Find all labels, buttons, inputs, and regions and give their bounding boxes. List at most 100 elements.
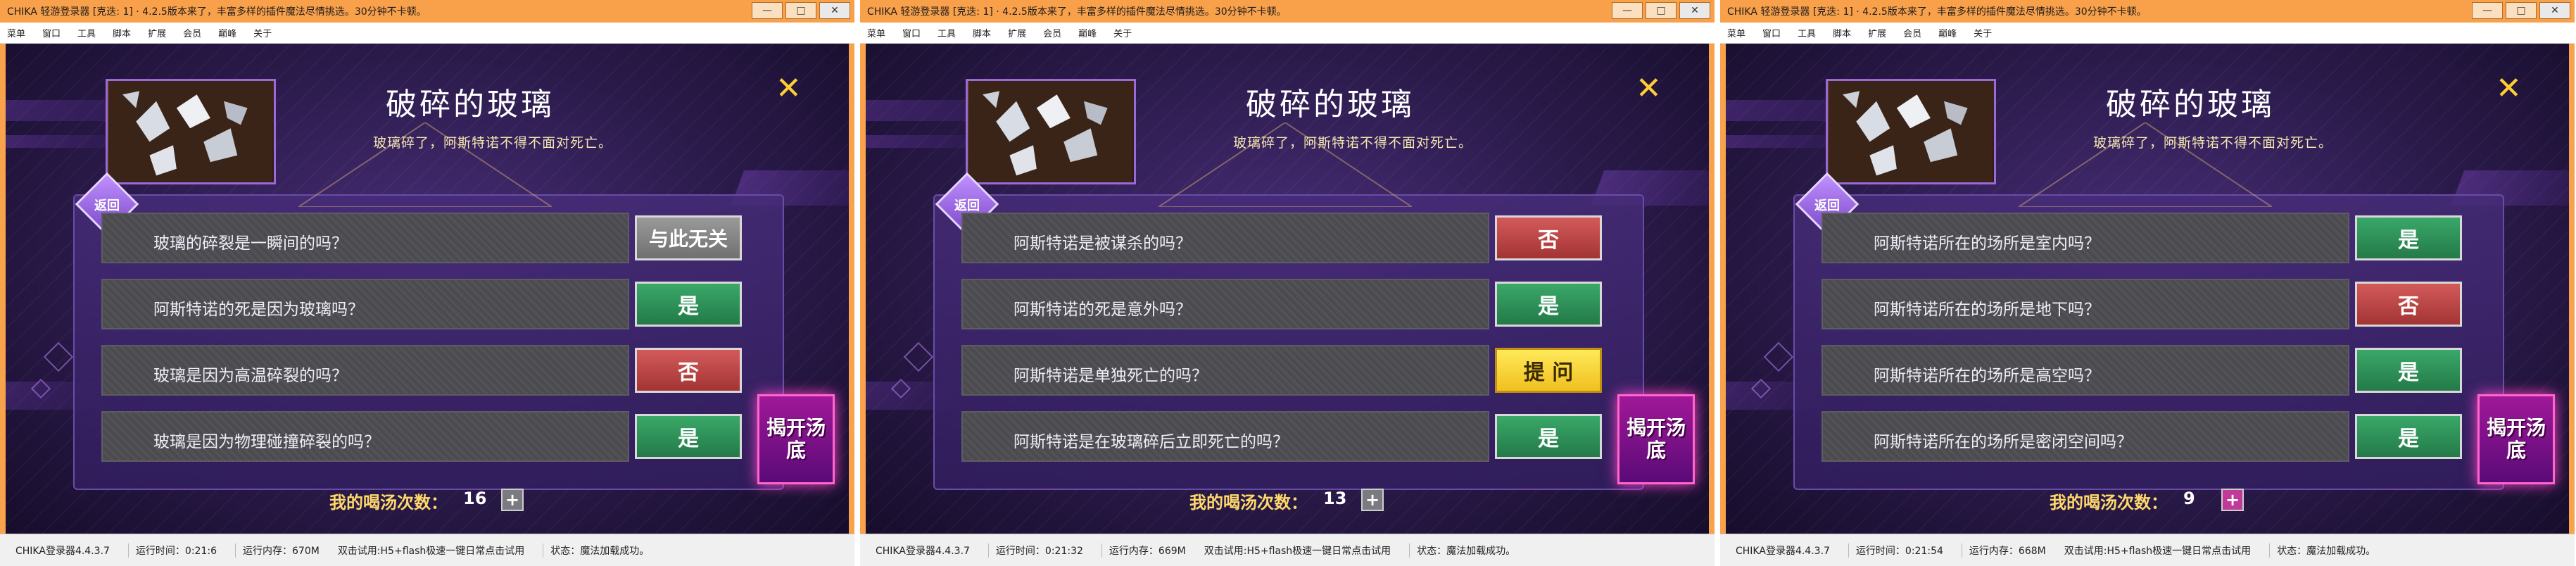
app-window: CHIKA 轻游登录器 [克迭: 1] · 4.2.5版本来了，丰富多样的插件魔… [860, 0, 1715, 566]
close-button[interactable]: ✕ [1679, 2, 1710, 19]
question-row: 阿斯特诺所在的场所是高空吗？ [1821, 345, 2349, 396]
close-icon[interactable]: ✕ [2496, 70, 2522, 106]
answer-badge[interactable]: 是 [1495, 282, 1602, 327]
menu-item-window[interactable]: 窗口 [1762, 26, 1781, 39]
puzzle-title: 破碎的玻璃 [386, 87, 555, 122]
title-bar[interactable]: CHIKA 轻游登录器 [克迭: 1] · 4.2.5版本来了，丰富多样的插件魔… [860, 0, 1715, 23]
question-text: 阿斯特诺的死是意外吗？ [1014, 301, 1192, 319]
question-text: 阿斯特诺是被谋杀的吗？ [1014, 234, 1192, 253]
drink-count-value: 16 [463, 489, 487, 508]
reveal-answer-label: 揭开汤底 [1626, 416, 1686, 462]
answer-badge[interactable]: 与此无关 [635, 215, 742, 260]
menu-item-tools[interactable]: 工具 [1798, 26, 1816, 39]
status-bar: CHIKA登录器4.4.3.7 运行时间：0:21:6 运行内存：670M 双击… [0, 534, 854, 566]
status-tip[interactable]: 双击试用:H5+flash极速一键日常点击试用 [2064, 543, 2251, 558]
menu-bar: 菜单 窗口 工具 脚本 扩展 会员 巅峰 关于 [0, 23, 854, 44]
status-bar: CHIKA登录器4.4.3.7 运行时间：0:21:32 运行内存：669M 双… [860, 534, 1715, 566]
game-area: 破碎的玻璃 玻璃碎了，阿斯特诺不得不面对死亡。 ✕ 返回 玻璃的碎裂是一瞬间的吗… [6, 44, 849, 534]
close-button[interactable]: ✕ [819, 2, 850, 19]
window-title: CHIKA 轻游登录器 [克迭: 1] · 4.2.5版本来了，丰富多样的插件魔… [867, 6, 1287, 18]
answer-badge[interactable]: 提 问 [1495, 348, 1602, 393]
menu-bar: 菜单 窗口 工具 脚本 扩展 会员 巅峰 关于 [1720, 23, 2575, 44]
menu-item-peak[interactable]: 巅峰 [1938, 26, 1957, 39]
menu-item-extensions[interactable]: 扩展 [1008, 26, 1026, 39]
menu-item-script[interactable]: 脚本 [973, 26, 991, 39]
game-area: 破碎的玻璃 玻璃碎了，阿斯特诺不得不面对死亡。 ✕ 返回 阿斯特诺是被谋杀的吗？… [866, 44, 1709, 534]
back-button-label[interactable]: 返回 [89, 196, 125, 214]
title-bar[interactable]: CHIKA 轻游登录器 [克迭: 1] · 4.2.5版本来了，丰富多样的插件魔… [1720, 0, 2575, 23]
maximize-button[interactable]: □ [785, 2, 816, 19]
puzzle-title: 破碎的玻璃 [2106, 87, 2275, 122]
menu-item-menu[interactable]: 菜单 [867, 26, 885, 39]
status-app-version: CHIKA登录器4.4.3.7 [15, 545, 110, 557]
answer-badge[interactable]: 否 [1495, 215, 1602, 260]
status-tip[interactable]: 双击试用:H5+flash极速一键日常点击试用 [1204, 543, 1391, 558]
minimize-button[interactable]: — [752, 2, 783, 19]
reveal-answer-button[interactable]: 揭开汤底 [1617, 394, 1695, 484]
question-row: 玻璃是因为物理碰撞碎裂的吗？ [101, 411, 629, 462]
window-controls: — □ ✕ [2472, 2, 2570, 19]
puzzle-image [966, 79, 1136, 184]
minimize-button[interactable]: — [2472, 2, 2503, 19]
status-tip[interactable]: 双击试用:H5+flash极速一键日常点击试用 [338, 543, 524, 558]
menu-item-window[interactable]: 窗口 [902, 26, 921, 39]
menu-item-script[interactable]: 脚本 [1833, 26, 1851, 39]
menu-item-about[interactable]: 关于 [1974, 26, 1992, 39]
maximize-button[interactable]: □ [2506, 2, 2537, 19]
close-button[interactable]: ✕ [2539, 2, 2570, 19]
answer-badge[interactable]: 是 [2355, 348, 2462, 393]
back-button-label[interactable]: 返回 [1809, 196, 1845, 214]
drink-count-label: 我的喝汤次数： [329, 493, 448, 512]
add-count-button[interactable]: + [501, 489, 524, 511]
menu-item-about[interactable]: 关于 [253, 26, 272, 39]
window-controls: — □ ✕ [752, 2, 850, 19]
answer-badge[interactable]: 是 [1495, 414, 1602, 459]
question-row: 阿斯特诺所在的场所是密闭空间吗？ [1821, 411, 2349, 462]
question-row: 阿斯特诺的死是意外吗？ [961, 279, 1489, 329]
title-bar[interactable]: CHIKA 轻游登录器 [克迭: 1] · 4.2.5版本来了，丰富多样的插件魔… [0, 0, 854, 23]
puzzle-subtitle: 玻璃碎了，阿斯特诺不得不面对死亡。 [373, 135, 613, 151]
app-window: CHIKA 轻游登录器 [克迭: 1] · 4.2.5版本来了，丰富多样的插件魔… [1720, 0, 2575, 566]
menu-bar: 菜单 窗口 工具 脚本 扩展 会员 巅峰 关于 [860, 23, 1715, 44]
status-memory: 运行内存：668M [1961, 543, 2046, 558]
close-icon[interactable]: ✕ [1636, 70, 1662, 106]
add-count-button[interactable]: + [1361, 489, 1384, 511]
add-count-button[interactable]: + [2221, 489, 2244, 511]
menu-item-extensions[interactable]: 扩展 [1868, 26, 1886, 39]
question-text: 玻璃是因为物理碰撞碎裂的吗？ [153, 433, 380, 451]
answer-badge[interactable]: 是 [635, 282, 742, 327]
menu-item-about[interactable]: 关于 [1113, 26, 1132, 39]
menu-item-script[interactable]: 脚本 [113, 26, 131, 39]
menu-item-tools[interactable]: 工具 [937, 26, 956, 39]
back-button-label[interactable]: 返回 [949, 196, 985, 214]
reveal-answer-label: 揭开汤底 [2486, 416, 2546, 462]
window-controls: — □ ✕ [1612, 2, 1710, 19]
maximize-button[interactable]: □ [1646, 2, 1677, 19]
answer-badge[interactable]: 是 [2355, 215, 2462, 260]
menu-item-extensions[interactable]: 扩展 [148, 26, 166, 39]
answer-badge[interactable]: 是 [635, 414, 742, 459]
answer-badge[interactable]: 是 [2355, 414, 2462, 459]
answer-badge[interactable]: 否 [635, 348, 742, 393]
menu-item-peak[interactable]: 巅峰 [218, 26, 236, 39]
menu-item-window[interactable]: 窗口 [42, 26, 61, 39]
close-icon[interactable]: ✕ [776, 70, 802, 106]
minimize-button[interactable]: — [1612, 2, 1643, 19]
answer-badge[interactable]: 否 [2355, 282, 2462, 327]
reveal-answer-button[interactable]: 揭开汤底 [757, 394, 835, 484]
question-text: 阿斯特诺所在的场所是地下吗？ [1874, 301, 2100, 319]
status-runtime: 运行时间：0:21:54 [1848, 543, 1943, 558]
menu-item-tools[interactable]: 工具 [77, 26, 96, 39]
status-state: 状态：魔法加载成功。 [2269, 543, 2375, 558]
menu-item-member[interactable]: 会员 [1903, 26, 1921, 39]
reveal-answer-button[interactable]: 揭开汤底 [2477, 394, 2555, 484]
menu-item-menu[interactable]: 菜单 [7, 26, 25, 39]
question-row: 阿斯特诺的死是因为玻璃吗？ [101, 279, 629, 329]
menu-item-peak[interactable]: 巅峰 [1078, 26, 1097, 39]
window-title: CHIKA 轻游登录器 [克迭: 1] · 4.2.5版本来了，丰富多样的插件魔… [1727, 6, 2147, 18]
drink-count-value: 9 [2183, 489, 2195, 508]
decor-diamond [43, 341, 74, 372]
menu-item-member[interactable]: 会员 [1043, 26, 1061, 39]
menu-item-member[interactable]: 会员 [183, 26, 201, 39]
menu-item-menu[interactable]: 菜单 [1727, 26, 1745, 39]
